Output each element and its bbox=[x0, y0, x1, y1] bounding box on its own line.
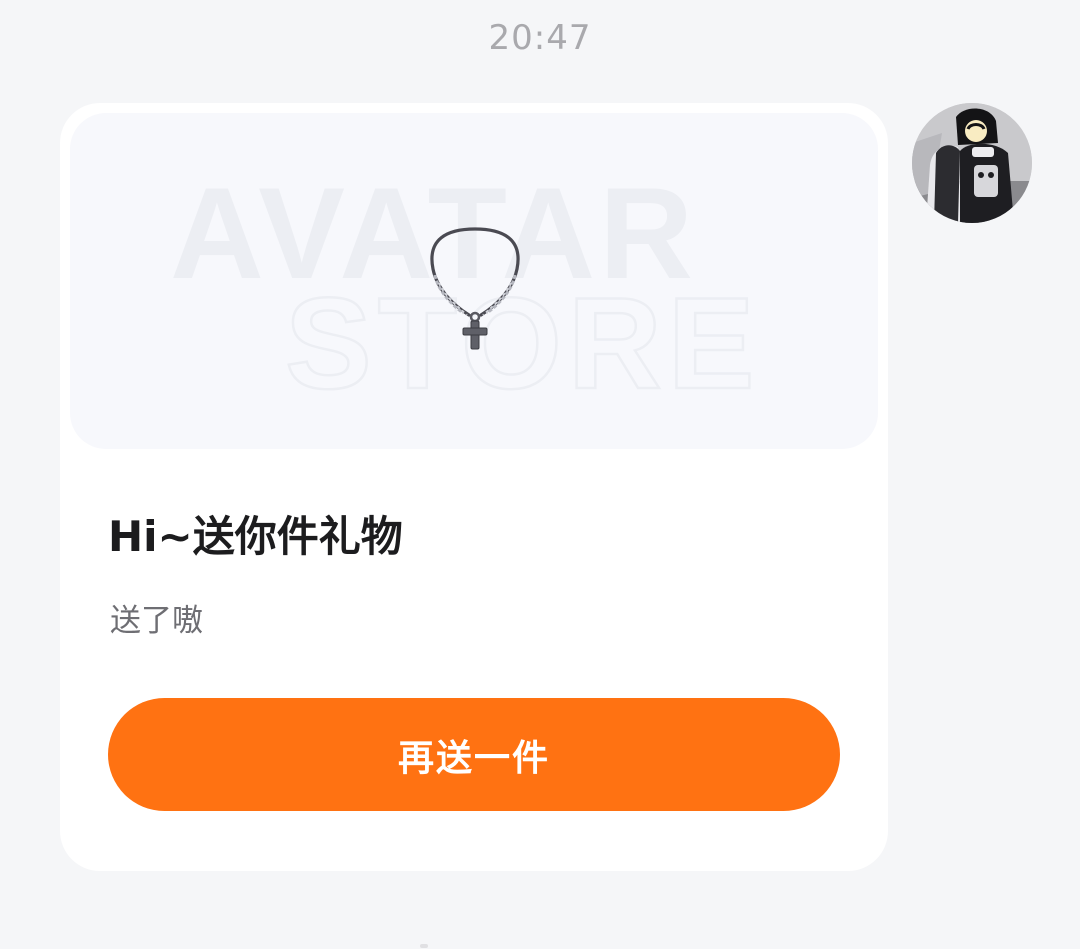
send-another-button[interactable]: 再送一件 bbox=[108, 698, 840, 811]
message-timestamp: 20:47 bbox=[488, 18, 592, 58]
gift-image-banner[interactable]: AVATAR STORE bbox=[70, 113, 878, 449]
gift-subtitle: 送了嗷 bbox=[110, 603, 203, 639]
scroll-indicator bbox=[420, 944, 428, 948]
gift-title: Hi~送你件礼物 bbox=[108, 512, 403, 561]
necklace-gift-icon bbox=[430, 227, 520, 350]
user-avatar-photo-icon bbox=[912, 103, 1032, 223]
gift-message-card[interactable]: AVATAR STORE Hi~送你件礼物 送了嗷 再送一件 bbox=[60, 103, 888, 871]
sender-avatar[interactable] bbox=[912, 103, 1032, 223]
